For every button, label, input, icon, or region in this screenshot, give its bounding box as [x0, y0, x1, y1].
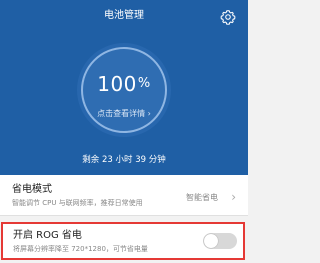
rog-description: 将屏幕分辨率降至 720*1280，可节省电量: [13, 245, 148, 253]
rog-toggle[interactable]: [203, 233, 237, 249]
rog-title: 开启 ROG 省电: [13, 230, 82, 241]
gear-icon[interactable]: [220, 9, 236, 25]
chevron-right-icon: ›: [147, 109, 151, 118]
power-saving-value: 智能省电: [186, 193, 218, 202]
rog-power-saving-row: 开启 ROG 省电 将屏幕分辨率降至 720*1280，可节省电量: [1, 222, 245, 260]
percent-symbol: %: [137, 76, 151, 91]
chevron-right-icon: ›: [231, 190, 236, 204]
power-saving-description: 智能调节 CPU 与联网频率，推荐日常使用: [12, 199, 143, 207]
power-saving-title: 省电模式: [12, 184, 52, 195]
battery-header: 电池管理 100% 点击查看详情 › 剩余 23 小时 39 分钟: [0, 0, 248, 175]
power-saving-mode-row[interactable]: 省电模式 智能调节 CPU 与联网频率，推荐日常使用 智能省电 ›: [0, 175, 248, 216]
remaining-time: 剩余 23 小时 39 分钟: [82, 155, 166, 165]
toggle-knob: [204, 234, 218, 248]
view-details-label: 点击查看详情: [97, 109, 146, 118]
page-title: 电池管理: [104, 10, 144, 21]
battery-percentage: 100%: [76, 73, 172, 95]
battery-percent-value: 100: [97, 72, 137, 96]
view-details-link[interactable]: 点击查看详情 ›: [76, 109, 172, 119]
